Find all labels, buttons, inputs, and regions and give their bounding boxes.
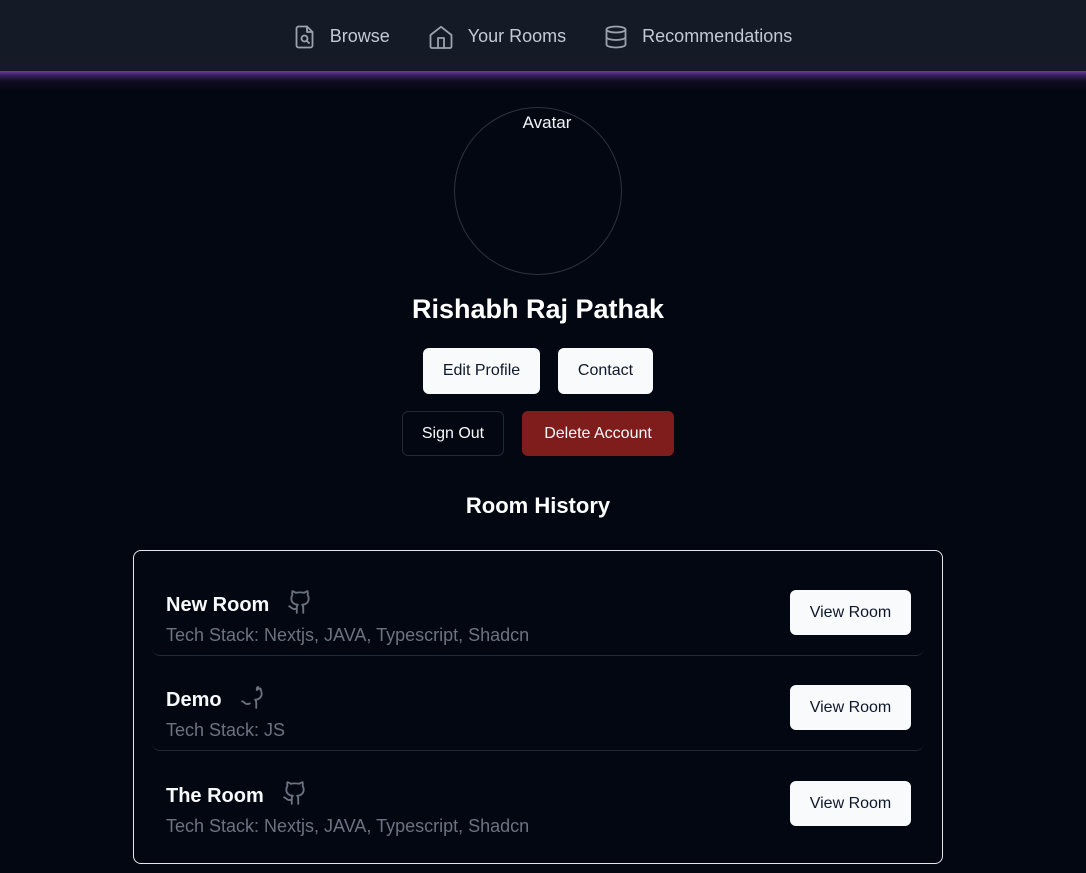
file-search-icon bbox=[295, 25, 314, 48]
room-name: New Room bbox=[166, 593, 270, 616]
view-room-button[interactable]: View Room bbox=[790, 590, 911, 635]
room-row: New Room Tech Stack: Nextjs, JAVA, Types… bbox=[152, 570, 924, 656]
nav-your-rooms[interactable]: Your Rooms bbox=[428, 25, 566, 49]
nav-glow-divider bbox=[0, 71, 1086, 91]
database-icon bbox=[605, 25, 627, 48]
room-row: The Room Tech Stack: Nextjs, JAVA, Types… bbox=[152, 761, 924, 847]
room-history-card: New Room Tech Stack: Nextjs, JAVA, Types… bbox=[133, 550, 943, 864]
home-icon bbox=[429, 25, 453, 49]
sign-out-button[interactable]: Sign Out bbox=[402, 411, 504, 456]
nav-browse[interactable]: Browse bbox=[294, 25, 390, 49]
edit-profile-button[interactable]: Edit Profile bbox=[423, 348, 540, 394]
top-navigation: Browse Your Rooms Recommendations bbox=[0, 0, 1086, 71]
github-icon[interactable] bbox=[287, 588, 313, 616]
view-room-button[interactable]: View Room bbox=[790, 685, 911, 730]
room-tech-stack: Tech Stack: Nextjs, JAVA, Typescript, Sh… bbox=[166, 625, 530, 645]
delete-account-button[interactable]: Delete Account bbox=[522, 411, 674, 456]
avatar-alt-text: Avatar bbox=[522, 113, 572, 132]
room-row: Demo Tech Stack: JS View Room bbox=[152, 665, 924, 751]
profile-name: Rishabh Raj Pathak bbox=[411, 294, 665, 324]
room-tech-stack: Tech Stack: JS bbox=[166, 720, 286, 740]
nav-recommendations[interactable]: Recommendations bbox=[604, 25, 792, 49]
nav-your-rooms-label: Your Rooms bbox=[467, 26, 567, 46]
contact-button[interactable]: Contact bbox=[558, 348, 653, 394]
room-name: Demo bbox=[166, 688, 222, 711]
github-icon[interactable] bbox=[240, 683, 266, 711]
view-room-button[interactable]: View Room bbox=[790, 781, 911, 826]
room-tech-stack: Tech Stack: Nextjs, JAVA, Typescript, Sh… bbox=[166, 816, 530, 836]
nav-browse-label: Browse bbox=[329, 26, 390, 46]
nav-recommendations-label: Recommendations bbox=[642, 26, 793, 46]
avatar: Avatar bbox=[454, 107, 622, 275]
github-icon[interactable] bbox=[282, 779, 308, 807]
room-name: The Room bbox=[166, 784, 264, 807]
room-history-title: Room History bbox=[465, 493, 611, 518]
